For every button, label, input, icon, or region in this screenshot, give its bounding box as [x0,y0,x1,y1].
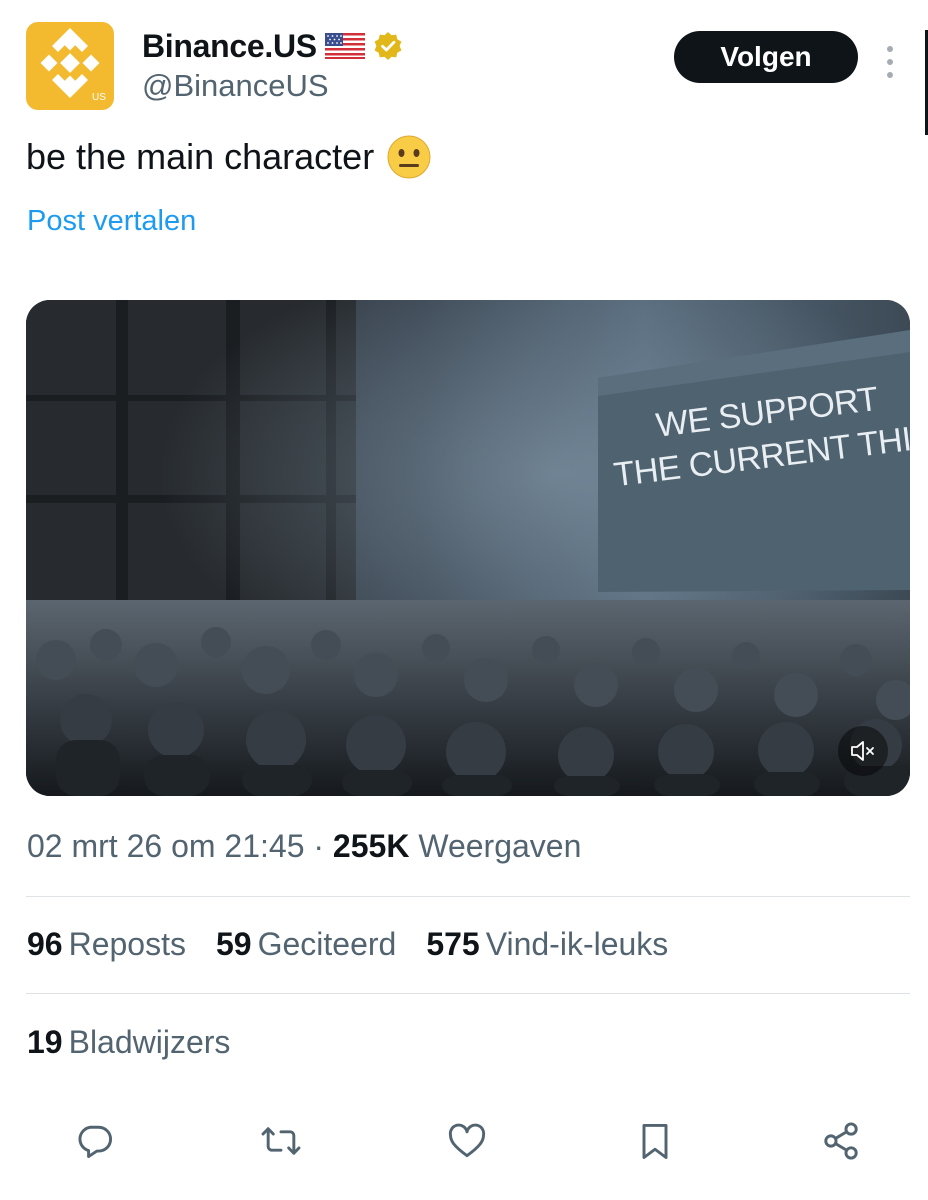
author-names: Binance.US @BinanceUS [142,26,403,104]
divider [26,896,910,897]
stat-bookmarks[interactable]: 19 Bladwijzers [27,1024,230,1061]
svg-text:US: US [92,92,106,103]
like-button[interactable] [442,1116,492,1166]
views-count: 255K [332,828,410,864]
repost-icon [261,1127,301,1155]
follow-button[interactable]: Volgen [674,31,858,83]
stat-quotes[interactable]: 59 Geciteerd [216,926,396,963]
vertical-ellipsis-icon[interactable] [878,42,902,82]
divider [26,993,910,994]
views-label: Weergaven [418,828,582,864]
engagement-stats: 96 Reposts 59 Geciteerd 575 Vind-ik-leuks [27,926,698,963]
action-bar [0,1116,928,1172]
speaker-muted-icon [851,741,874,761]
video-frame [26,300,910,796]
repost-button[interactable] [256,1116,306,1166]
gold-verified-badge-icon[interactable] [373,31,403,61]
binance-logo-icon: US [40,28,106,103]
tweet-video[interactable]: WE SUPPORT THE CURRENT THIN [26,300,910,796]
us-flag-icon [324,33,365,59]
bookmark-button[interactable] [630,1116,680,1166]
mute-button[interactable] [838,726,888,776]
bookmark-icon [642,1123,668,1159]
timestamp[interactable]: 02 mrt 26 om 21:45 [27,828,304,864]
tweet-meta: 02 mrt 26 om 21:45 · 255K Weergaven [27,828,581,865]
share-button[interactable] [816,1116,866,1166]
translate-link[interactable]: Post vertalen [27,205,196,238]
avatar[interactable]: US [26,22,114,110]
tweet-text: be the main character [26,134,432,180]
neutral-face-emoji [387,135,431,179]
like-icon [448,1123,486,1158]
tweet-body: be the main character [26,136,375,177]
tweet-header: US Binance.US @BinanceUS Volgen [26,22,906,112]
stat-reposts[interactable]: 96 Reposts [27,926,186,963]
reply-button[interactable] [70,1116,120,1166]
stat-likes[interactable]: 575 Vind-ik-leuks [426,926,668,963]
author-handle[interactable]: @BinanceUS [142,68,403,104]
share-icon [824,1122,858,1160]
reply-icon [78,1125,113,1159]
meta-separator: · [304,828,333,864]
display-name[interactable]: Binance.US [142,28,317,65]
